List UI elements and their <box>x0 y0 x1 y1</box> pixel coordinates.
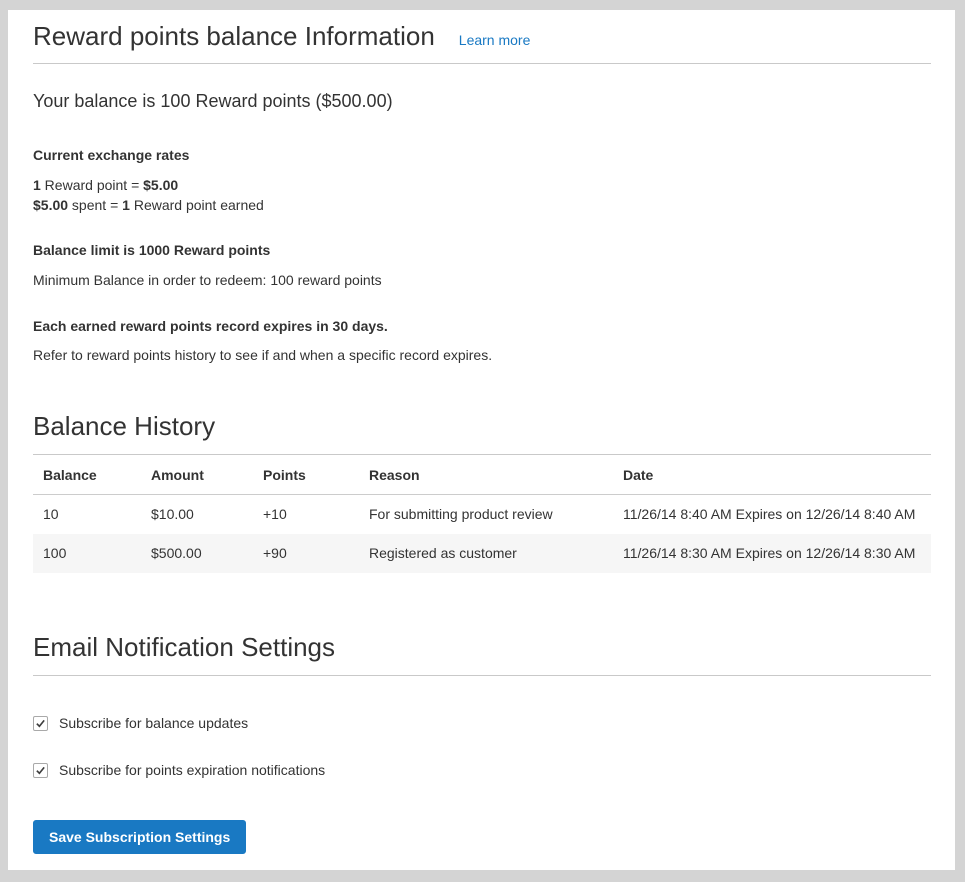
email-notification-section: Email Notification Settings Subscribe fo… <box>33 631 931 854</box>
cell-amount: $10.00 <box>141 495 253 535</box>
exchange-rates-block: 1 Reward point = $5.00 $5.00 spent = 1 R… <box>33 175 931 215</box>
cell-reason: For submitting product review <box>359 495 613 535</box>
expiration-note-text: Refer to reward points history to see if… <box>33 345 931 365</box>
cell-amount: $500.00 <box>141 534 253 573</box>
table-header-row: Balance Amount Points Reason Date <box>33 455 931 495</box>
balance-limit-text: Balance limit is 1000 Reward points <box>33 240 931 260</box>
exchange-rates-heading: Current exchange rates <box>33 145 931 165</box>
column-header-reason: Reason <box>359 455 613 495</box>
subscribe-balance-updates-row: Subscribe for balance updates <box>33 713 931 733</box>
subscribe-balance-updates-checkbox[interactable] <box>33 716 48 731</box>
rate-points-value: 1 <box>33 177 41 193</box>
cell-points: +10 <box>253 495 359 535</box>
column-header-balance: Balance <box>33 455 141 495</box>
reward-points-card: Reward points balance Information Learn … <box>8 10 955 870</box>
save-subscription-settings-button[interactable]: Save Subscription Settings <box>33 820 246 854</box>
cell-points: +90 <box>253 534 359 573</box>
column-header-amount: Amount <box>141 455 253 495</box>
checkbox-label: Subscribe for points expiration notifica… <box>59 760 325 780</box>
checkmark-icon <box>35 718 46 729</box>
rate-line-text: Reward point = <box>41 177 143 193</box>
subscribe-expiration-notifications-checkbox[interactable] <box>33 763 48 778</box>
minimum-balance-text: Minimum Balance in order to redeem: 100 … <box>33 270 931 290</box>
rate-currency-value: $5.00 <box>143 177 178 193</box>
email-notification-title: Email Notification Settings <box>33 631 931 676</box>
rate-currency-value: $5.00 <box>33 197 68 213</box>
subscribe-expiration-notifications-row: Subscribe for points expiration notifica… <box>33 760 931 780</box>
table-row: 100 $500.00 +90 Registered as customer 1… <box>33 534 931 573</box>
exchange-rate-line-1: 1 Reward point = $5.00 <box>33 175 931 195</box>
table-row: 10 $10.00 +10 For submitting product rev… <box>33 495 931 535</box>
cell-balance: 100 <box>33 534 141 573</box>
exchange-rate-line-2: $5.00 spent = 1 Reward point earned <box>33 195 931 215</box>
column-header-date: Date <box>613 455 931 495</box>
expiration-rule-text: Each earned reward points record expires… <box>33 316 931 336</box>
balance-summary: Your balance is 100 Reward points ($500.… <box>33 89 931 113</box>
cell-reason: Registered as customer <box>359 534 613 573</box>
balance-history-section: Balance History Balance Amount Points Re… <box>33 410 931 573</box>
balance-history-table: Balance Amount Points Reason Date 10 $10… <box>33 455 931 573</box>
page-header: Reward points balance Information Learn … <box>33 20 931 64</box>
checkmark-icon <box>35 765 46 776</box>
cell-balance: 10 <box>33 495 141 535</box>
rate-points-value: 1 <box>122 197 130 213</box>
cell-date: 11/26/14 8:40 AM Expires on 12/26/14 8:4… <box>613 495 931 535</box>
rate-line-text: Reward point earned <box>130 197 264 213</box>
rate-line-text: spent = <box>68 197 122 213</box>
column-header-points: Points <box>253 455 359 495</box>
checkbox-label: Subscribe for balance updates <box>59 713 248 733</box>
balance-history-title: Balance History <box>33 410 931 455</box>
page-title: Reward points balance Information <box>33 20 435 52</box>
cell-date: 11/26/14 8:30 AM Expires on 12/26/14 8:3… <box>613 534 931 573</box>
learn-more-link[interactable]: Learn more <box>459 32 531 48</box>
